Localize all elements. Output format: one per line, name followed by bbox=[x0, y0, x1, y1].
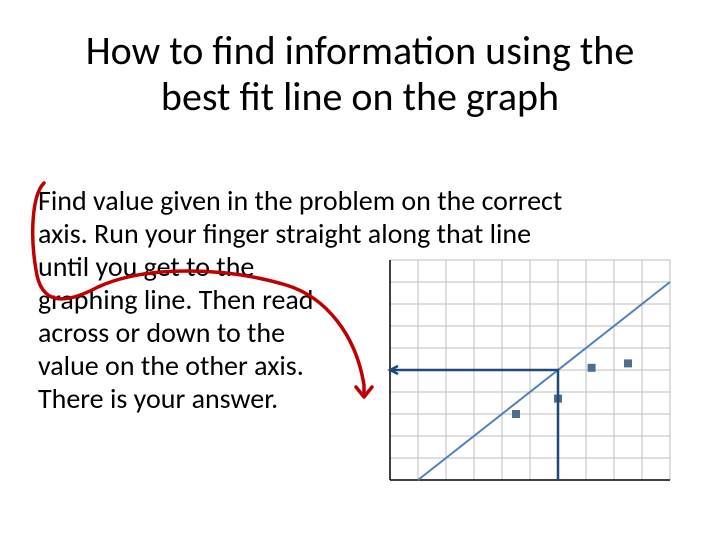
slide-title: How to find information using the best f… bbox=[0, 28, 720, 120]
scatter-chart bbox=[360, 250, 680, 510]
chart-fit-line bbox=[418, 282, 670, 480]
slide: How to find information using the best f… bbox=[0, 0, 720, 540]
